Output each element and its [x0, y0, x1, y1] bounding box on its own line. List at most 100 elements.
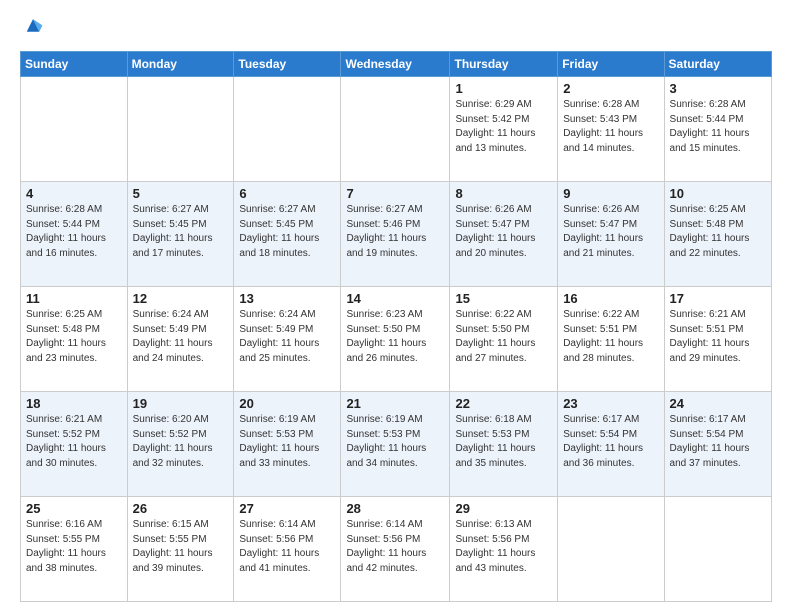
day-cell: 8 Sunrise: 6:26 AMSunset: 5:47 PMDaylight…: [450, 182, 558, 287]
calendar-table: SundayMondayTuesdayWednesdayThursdayFrid…: [20, 51, 772, 602]
day-number: 27: [239, 501, 335, 516]
day-number: 19: [133, 396, 229, 411]
day-cell: 13 Sunrise: 6:24 AMSunset: 5:49 PMDayligh…: [234, 287, 341, 392]
day-info: Sunrise: 6:13 AMSunset: 5:56 PMDaylight:…: [455, 518, 552, 576]
day-info: Sunrise: 6:26 AMSunset: 5:47 PMDaylight:…: [563, 203, 658, 261]
week-row-4: 25Sunrise: 6:16 AMSunset: 5:55 PMDayligh…: [21, 497, 772, 602]
day-cell: [21, 77, 128, 182]
day-info: Sunrise: 6:20 AMSunset: 5:52 PMDaylight:…: [133, 413, 229, 471]
day-info: Sunrise: 6:22 AMSunset: 5:51 PMDaylight:…: [563, 308, 658, 366]
day-info: Sunrise: 6:19 AMSunset: 5:53 PMDaylight:…: [346, 413, 444, 471]
day-info: Sunrise: 6:24 AMSunset: 5:49 PMDaylight:…: [133, 308, 229, 366]
day-number: 16: [563, 291, 658, 306]
day-number: 9: [563, 186, 658, 201]
logo: [20, 16, 44, 43]
day-cell: 21 Sunrise: 6:19 AMSunset: 5:53 PMDayligh…: [341, 392, 450, 497]
day-info: Sunrise: 6:25 AMSunset: 5:48 PMDaylight:…: [26, 308, 122, 366]
day-number: 2: [563, 81, 658, 96]
day-number: 20: [239, 396, 335, 411]
day-info: Sunrise: 6:28 AMSunset: 5:43 PMDaylight:…: [563, 98, 658, 156]
day-number: 15: [455, 291, 552, 306]
day-number: 23: [563, 396, 658, 411]
day-cell: [664, 497, 771, 602]
day-info: Sunrise: 6:14 AMSunset: 5:56 PMDaylight:…: [346, 518, 444, 576]
calendar-header: SundayMondayTuesdayWednesdayThursdayFrid…: [21, 52, 772, 77]
day-number: 12: [133, 291, 229, 306]
day-number: 3: [670, 81, 766, 96]
day-cell: 19 Sunrise: 6:20 AMSunset: 5:52 PMDayligh…: [127, 392, 234, 497]
day-info: Sunrise: 6:18 AMSunset: 5:53 PMDaylight:…: [455, 413, 552, 471]
logo-icon: [22, 16, 44, 38]
day-cell: 17 Sunrise: 6:21 AMSunset: 5:51 PMDayligh…: [664, 287, 771, 392]
day-info: Sunrise: 6:21 AMSunset: 5:52 PMDaylight:…: [26, 413, 122, 471]
day-number: 24: [670, 396, 766, 411]
day-cell: 24 Sunrise: 6:17 AMSunset: 5:54 PMDayligh…: [664, 392, 771, 497]
day-info: Sunrise: 6:24 AMSunset: 5:49 PMDaylight:…: [239, 308, 335, 366]
day-number: 11: [26, 291, 122, 306]
day-info: Sunrise: 6:27 AMSunset: 5:45 PMDaylight:…: [133, 203, 229, 261]
week-row-0: 1Sunrise: 6:29 AMSunset: 5:42 PMDaylight…: [21, 77, 772, 182]
day-info: Sunrise: 6:23 AMSunset: 5:50 PMDaylight:…: [346, 308, 444, 366]
day-info: Sunrise: 6:15 AMSunset: 5:55 PMDaylight:…: [133, 518, 229, 576]
header: [20, 16, 772, 43]
day-cell: 20 Sunrise: 6:19 AMSunset: 5:53 PMDayligh…: [234, 392, 341, 497]
day-cell: 4 Sunrise: 6:28 AMSunset: 5:44 PMDaylight…: [21, 182, 128, 287]
day-cell: [558, 497, 664, 602]
day-number: 7: [346, 186, 444, 201]
day-number: 6: [239, 186, 335, 201]
day-cell: 1Sunrise: 6:29 AMSunset: 5:42 PMDaylight…: [450, 77, 558, 182]
day-cell: 28 Sunrise: 6:14 AMSunset: 5:56 PMDayligh…: [341, 497, 450, 602]
day-cell: 14 Sunrise: 6:23 AMSunset: 5:50 PMDayligh…: [341, 287, 450, 392]
day-info: Sunrise: 6:17 AMSunset: 5:54 PMDaylight:…: [563, 413, 658, 471]
day-number: 13: [239, 291, 335, 306]
day-cell: 15Sunrise: 6:22 AMSunset: 5:50 PMDayligh…: [450, 287, 558, 392]
day-number: 26: [133, 501, 229, 516]
day-cell: 10Sunrise: 6:25 AMSunset: 5:48 PMDayligh…: [664, 182, 771, 287]
day-info: Sunrise: 6:21 AMSunset: 5:51 PMDaylight:…: [670, 308, 766, 366]
day-cell: 23 Sunrise: 6:17 AMSunset: 5:54 PMDayligh…: [558, 392, 664, 497]
day-header-monday: Monday: [127, 52, 234, 77]
day-info: Sunrise: 6:28 AMSunset: 5:44 PMDaylight:…: [26, 203, 122, 261]
day-cell: [127, 77, 234, 182]
day-header-sunday: Sunday: [21, 52, 128, 77]
day-number: 28: [346, 501, 444, 516]
day-cell: 18 Sunrise: 6:21 AMSunset: 5:52 PMDayligh…: [21, 392, 128, 497]
day-info: Sunrise: 6:16 AMSunset: 5:55 PMDaylight:…: [26, 518, 122, 576]
day-number: 29: [455, 501, 552, 516]
day-number: 18: [26, 396, 122, 411]
day-cell: [234, 77, 341, 182]
day-info: Sunrise: 6:28 AMSunset: 5:44 PMDaylight:…: [670, 98, 766, 156]
day-cell: 27 Sunrise: 6:14 AMSunset: 5:56 PMDayligh…: [234, 497, 341, 602]
day-cell: 2 Sunrise: 6:28 AMSunset: 5:43 PMDaylight…: [558, 77, 664, 182]
day-header-thursday: Thursday: [450, 52, 558, 77]
day-cell: 7 Sunrise: 6:27 AMSunset: 5:46 PMDaylight…: [341, 182, 450, 287]
day-header-wednesday: Wednesday: [341, 52, 450, 77]
week-row-3: 18 Sunrise: 6:21 AMSunset: 5:52 PMDayligh…: [21, 392, 772, 497]
day-info: Sunrise: 6:14 AMSunset: 5:56 PMDaylight:…: [239, 518, 335, 576]
day-cell: 9 Sunrise: 6:26 AMSunset: 5:47 PMDaylight…: [558, 182, 664, 287]
day-cell: 22 Sunrise: 6:18 AMSunset: 5:53 PMDayligh…: [450, 392, 558, 497]
day-cell: 29 Sunrise: 6:13 AMSunset: 5:56 PMDayligh…: [450, 497, 558, 602]
day-number: 4: [26, 186, 122, 201]
week-row-2: 11 Sunrise: 6:25 AMSunset: 5:48 PMDayligh…: [21, 287, 772, 392]
day-cell: 26 Sunrise: 6:15 AMSunset: 5:55 PMDayligh…: [127, 497, 234, 602]
day-header-saturday: Saturday: [664, 52, 771, 77]
day-number: 14: [346, 291, 444, 306]
day-cell: 11 Sunrise: 6:25 AMSunset: 5:48 PMDayligh…: [21, 287, 128, 392]
day-cell: 12 Sunrise: 6:24 AMSunset: 5:49 PMDayligh…: [127, 287, 234, 392]
week-row-1: 4 Sunrise: 6:28 AMSunset: 5:44 PMDaylight…: [21, 182, 772, 287]
day-info: Sunrise: 6:19 AMSunset: 5:53 PMDaylight:…: [239, 413, 335, 471]
day-number: 22: [455, 396, 552, 411]
day-info: Sunrise: 6:26 AMSunset: 5:47 PMDaylight:…: [455, 203, 552, 261]
day-number: 21: [346, 396, 444, 411]
day-cell: 3 Sunrise: 6:28 AMSunset: 5:44 PMDaylight…: [664, 77, 771, 182]
day-info: Sunrise: 6:17 AMSunset: 5:54 PMDaylight:…: [670, 413, 766, 471]
day-info: Sunrise: 6:27 AMSunset: 5:46 PMDaylight:…: [346, 203, 444, 261]
day-cell: 5Sunrise: 6:27 AMSunset: 5:45 PMDaylight…: [127, 182, 234, 287]
day-number: 17: [670, 291, 766, 306]
calendar-body: 1Sunrise: 6:29 AMSunset: 5:42 PMDaylight…: [21, 77, 772, 602]
page: SundayMondayTuesdayWednesdayThursdayFrid…: [0, 0, 792, 612]
day-number: 10: [670, 186, 766, 201]
day-number: 8: [455, 186, 552, 201]
day-cell: 16 Sunrise: 6:22 AMSunset: 5:51 PMDayligh…: [558, 287, 664, 392]
